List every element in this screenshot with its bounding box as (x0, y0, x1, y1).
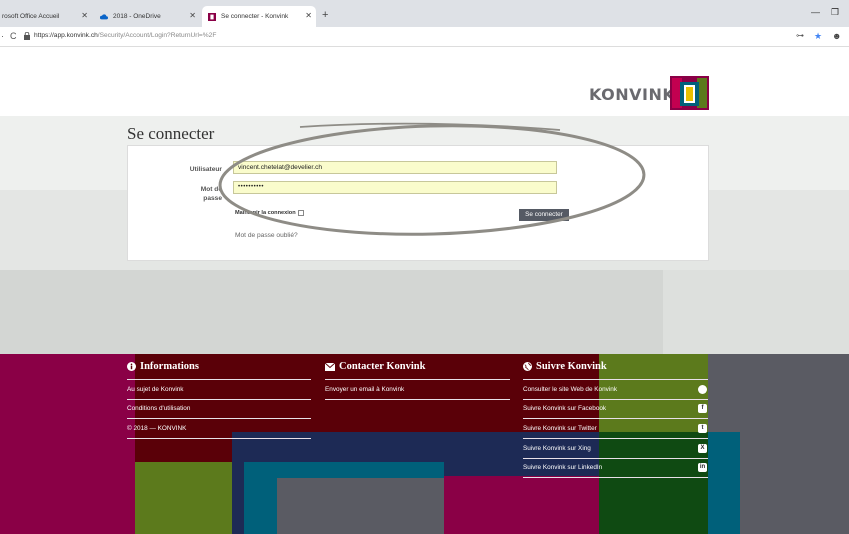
envelope-icon (325, 362, 335, 371)
page: rosoft Office Accueil ✕ 2018 - OneDrive … (0, 0, 849, 534)
divider (325, 379, 510, 380)
password-input[interactable]: •••••••••• (233, 181, 557, 194)
divider (325, 399, 510, 400)
footer-copyright: © 2018 — KONVINK (127, 425, 187, 432)
username-label: Utilisateur (189, 166, 222, 173)
footer-block (277, 478, 444, 534)
star-icon[interactable]: ★ (814, 31, 822, 42)
footer-link-email[interactable]: Envoyer un email à Konvink (325, 386, 404, 393)
footer-follow-heading: Suivre Konvink (523, 361, 607, 372)
address-bar: · C https://app.konvink.ch/Security/Acco… (0, 27, 849, 47)
footer-block (135, 462, 232, 534)
twitter-icon[interactable]: t (698, 424, 707, 433)
footer-block (708, 432, 740, 534)
konvink-logo-icon[interactable] (670, 76, 709, 110)
footer-block (0, 354, 135, 534)
divider (127, 418, 311, 419)
account-icon[interactable]: ☻ (832, 31, 841, 41)
page-title: Se connecter (127, 124, 215, 143)
back-icon[interactable]: · (1, 31, 4, 41)
browser-tab-bar: rosoft Office Accueil ✕ 2018 - OneDrive … (0, 0, 849, 27)
footer-contact-title: Contacter Konvink (339, 361, 426, 372)
lock-icon (24, 32, 30, 40)
footer-info-heading: Informations (127, 361, 199, 372)
remember-checkbox[interactable] (297, 210, 304, 216)
reload-icon[interactable]: C (10, 31, 17, 41)
linkedin-icon[interactable]: in (698, 463, 707, 472)
footer-link-terms[interactable]: Conditions d'utilisation (127, 405, 190, 412)
footer-link-linkedin[interactable]: Suivre Konvink sur LinkedIn (523, 464, 602, 471)
footer-follow-title: Suivre Konvink (536, 361, 607, 372)
close-icon[interactable]: ✕ (81, 11, 88, 20)
divider (127, 438, 311, 439)
footer-block (444, 476, 599, 534)
tab-onedrive[interactable]: 2018 - OneDrive ✕ (96, 6, 200, 27)
divider (523, 379, 708, 380)
divider (523, 399, 708, 400)
username-input[interactable] (233, 161, 557, 174)
footer-link-xing[interactable]: Suivre Konvink sur Xing (523, 445, 591, 452)
tab-label: Se connecter - Konvink (221, 13, 289, 20)
remember-label: Maintenir la connexion (235, 210, 296, 216)
facebook-icon[interactable]: f (698, 404, 707, 413)
site-footer (0, 354, 849, 534)
password-label-line2: passe (203, 195, 222, 202)
password-label: Mot de passe (150, 185, 222, 203)
url-path: /Security/Account/Login?ReturnUrl=%2F (97, 32, 217, 39)
tab-label: 2018 - OneDrive (113, 13, 161, 20)
divider (127, 399, 311, 400)
forgot-password-link[interactable]: Mot de passe oublié? (235, 232, 298, 239)
password-label-line1: Mot de (200, 186, 222, 193)
footer-info-title: Informations (140, 361, 199, 372)
globe-icon (523, 362, 532, 371)
site-header (0, 48, 849, 116)
url-field[interactable]: https://app.konvink.ch/Security/Account/… (34, 32, 216, 39)
info-icon (127, 362, 136, 371)
url-host: https://app.konvink.ch (34, 32, 98, 39)
login-button[interactable]: Se connecter (519, 209, 569, 221)
footer-block (599, 432, 708, 534)
cloud-icon (100, 13, 108, 19)
divider (523, 418, 708, 419)
new-tab-icon[interactable]: + (322, 9, 328, 21)
divider (523, 458, 708, 459)
divider (127, 379, 311, 380)
footer-link-twitter[interactable]: Suivre Konvink sur Twitter (523, 425, 597, 432)
divider (523, 477, 708, 478)
brand-name: KONVINK (589, 85, 676, 104)
xing-icon[interactable]: X (698, 444, 707, 453)
tab-konvink[interactable]: Se connecter - Konvink ✕ (202, 6, 316, 27)
restore-icon[interactable]: ❐ (831, 7, 839, 18)
footer-link-about[interactable]: Au sujet de Konvink (127, 386, 184, 393)
konvink-favicon-icon (208, 12, 216, 21)
footer-link-facebook[interactable]: Suivre Konvink sur Facebook (523, 405, 606, 412)
footer-link-website[interactable]: Consulter le site Web de Konvink (523, 386, 617, 393)
tab-label: rosoft Office Accueil (2, 13, 60, 20)
minimize-icon[interactable]: — (811, 7, 820, 17)
content-band (663, 270, 849, 354)
close-icon[interactable]: ✕ (189, 11, 196, 20)
footer-contact-heading: Contacter Konvink (325, 361, 425, 372)
close-icon[interactable]: ✕ (305, 11, 312, 20)
tab-office[interactable]: rosoft Office Accueil ✕ (0, 6, 92, 27)
remember-me[interactable]: Maintenir la connexion (235, 210, 304, 216)
divider (523, 438, 708, 439)
key-icon[interactable]: ⊶ (796, 31, 804, 40)
globe-icon[interactable] (698, 385, 707, 394)
